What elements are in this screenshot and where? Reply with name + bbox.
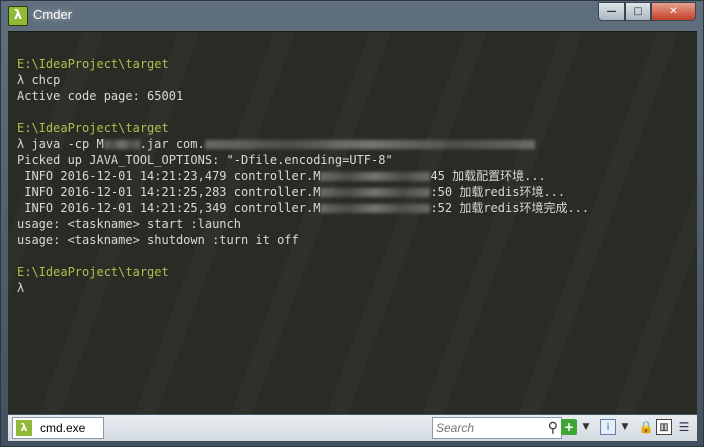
redacted-text: [320, 188, 431, 197]
lock-icon[interactable]: 🔒: [638, 419, 654, 435]
minimize-button[interactable]: —: [598, 2, 625, 21]
lambda-app-icon[interactable]: λ: [8, 6, 28, 26]
prompt-path: E:\IdeaProject\target: [17, 57, 169, 71]
command-text: λ java -cp M: [17, 137, 104, 151]
command-line: λ java -cp M .jar com.: [17, 136, 535, 152]
log-line: INFO 2016-12-01 14:21:25,349 controller.…: [17, 200, 589, 216]
redacted-text: [320, 172, 431, 181]
prompt-lambda: λ: [17, 281, 25, 295]
command-line: λ chcp: [17, 73, 61, 87]
window-controls: — □ ✕: [598, 2, 696, 21]
panel-icon[interactable]: i: [600, 419, 616, 435]
title-bar[interactable]: λ Cmder — □ ✕: [1, 1, 703, 31]
tab-label: cmd.exe: [40, 421, 86, 435]
prompt-path: E:\IdeaProject\target: [17, 265, 169, 279]
close-button[interactable]: ✕: [651, 2, 696, 21]
status-bar: λ cmd.exe ⚲ + ▼ i ▼ 🔒 ▥ ☰: [8, 415, 697, 441]
maximize-button[interactable]: □: [625, 2, 651, 21]
redacted-text: [320, 204, 431, 213]
log-line: INFO 2016-12-01 14:21:23,479 controller.…: [17, 168, 546, 184]
log-text: INFO 2016-12-01 14:21:25,283 controller.…: [17, 185, 321, 199]
lambda-icon: λ: [16, 420, 32, 436]
new-console-button[interactable]: +: [561, 419, 577, 435]
output-line: usage: <taskname> start :launch: [17, 217, 241, 231]
console-output[interactable]: E:\IdeaProject\target λ chcp Active code…: [8, 31, 697, 414]
split-view-icon[interactable]: ▥: [656, 419, 672, 435]
log-text: 45 加载配置环境...: [430, 169, 546, 183]
search-icon[interactable]: ⚲: [548, 419, 558, 436]
log-text: :52 加载redis环境完成...: [430, 201, 590, 215]
menu-icon[interactable]: ☰: [676, 419, 692, 435]
output-line: Active code page: 65001: [17, 89, 184, 103]
prompt-path: E:\IdeaProject\target: [17, 121, 169, 135]
output-line: usage: <taskname> shutdown :turn it off: [17, 233, 299, 247]
log-text: INFO 2016-12-01 14:21:23,479 controller.…: [17, 169, 321, 183]
output-line: Picked up JAVA_TOOL_OPTIONS: "-Dfile.enc…: [17, 153, 393, 167]
redacted-text: [204, 140, 535, 149]
cmder-window: λ Cmder — □ ✕ E:\IdeaProject\target λ ch…: [0, 0, 704, 447]
search-input[interactable]: [436, 420, 536, 436]
search-box[interactable]: ⚲: [432, 417, 562, 439]
window-title: Cmder: [33, 7, 73, 22]
chevron-down-icon[interactable]: ▼: [620, 419, 630, 435]
redacted-text: [103, 140, 140, 149]
chevron-down-icon[interactable]: ▼: [581, 419, 591, 435]
log-text: INFO 2016-12-01 14:21:25,349 controller.…: [17, 201, 321, 215]
command-text: .jar com.: [139, 137, 205, 151]
log-line: INFO 2016-12-01 14:21:25,283 controller.…: [17, 184, 565, 200]
log-text: :50 加载redis环境...: [430, 185, 566, 199]
tab-cmd-exe[interactable]: λ cmd.exe: [12, 417, 104, 439]
